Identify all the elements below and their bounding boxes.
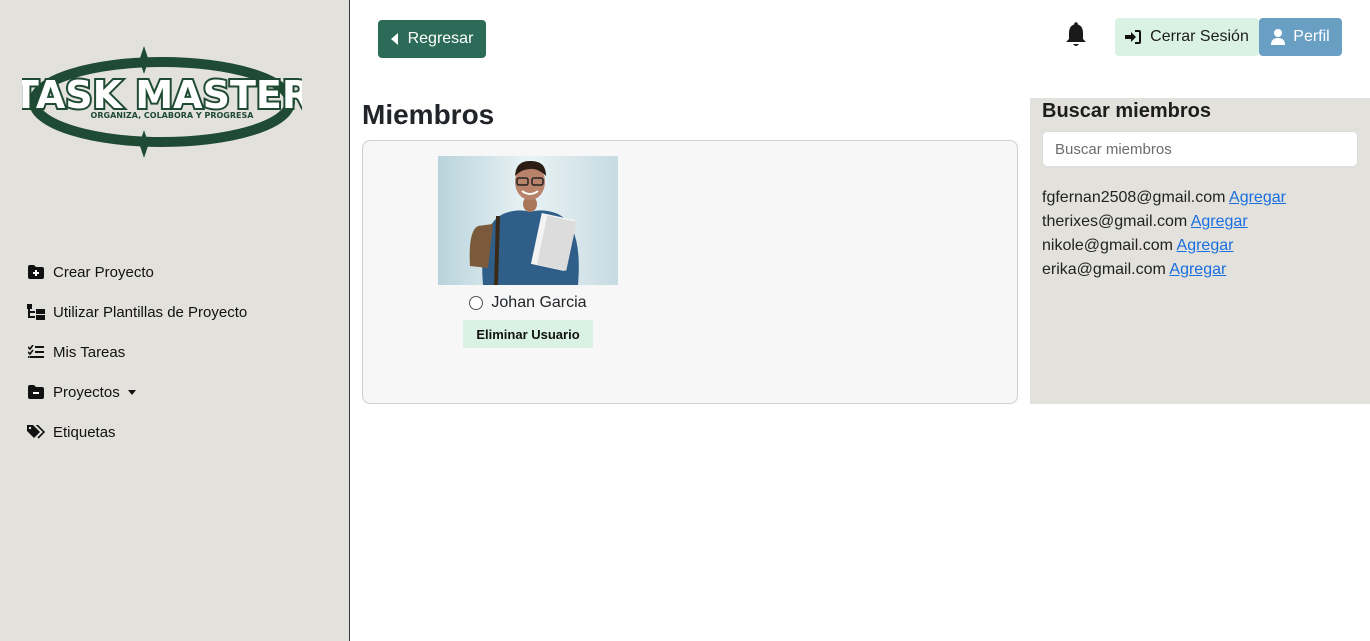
member-card: Johan Garcia Eliminar Usuario — [438, 156, 618, 348]
add-member-link[interactable]: Agregar — [1169, 261, 1226, 278]
list-item: erika@gmail.com Agregar — [1042, 258, 1286, 282]
task-master-logo: TASK MASTER ORGANIZA, COLABORA Y PROGRES… — [22, 46, 302, 158]
sidebar-item-mis-tareas[interactable]: Mis Tareas — [27, 332, 247, 372]
remove-user-button[interactable]: Eliminar Usuario — [463, 320, 593, 348]
page-title: Miembros — [362, 99, 495, 130]
search-results: fgfernan2508@gmail.com Agregar therixes@… — [1042, 186, 1286, 282]
folder-minus-icon — [27, 384, 45, 400]
sidebar-item-label: Etiquetas — [53, 423, 116, 441]
list-item: therixes@gmail.com Agregar — [1042, 210, 1286, 234]
caret-down-icon[interactable] — [127, 389, 136, 395]
sign-in-icon — [1125, 30, 1142, 44]
back-button[interactable]: Regresar — [378, 20, 486, 58]
add-member-link[interactable]: Agregar — [1191, 213, 1248, 230]
sidebar-item-plantillas[interactable]: Utilizar Plantillas de Proyecto — [27, 292, 247, 332]
folder-plus-icon — [27, 264, 45, 280]
search-title: Buscar miembros — [1042, 100, 1211, 122]
folder-tree-icon — [27, 304, 45, 320]
sidebar-item-proyectos[interactable]: Proyectos — [27, 372, 247, 412]
list-item: nikole@gmail.com Agregar — [1042, 234, 1286, 258]
sidebar-item-label: Mis Tareas — [53, 343, 126, 361]
member-radio[interactable] — [469, 296, 484, 310]
user-icon — [1271, 29, 1286, 45]
result-email: nikole@gmail.com — [1042, 237, 1177, 254]
result-email: fgfernan2508@gmail.com — [1042, 189, 1230, 206]
members-card: Johan Garcia Eliminar Usuario — [362, 140, 1018, 404]
caret-left-icon — [390, 33, 398, 45]
add-member-link[interactable]: Agregar — [1177, 237, 1234, 254]
sidebar-item-etiquetas[interactable]: Etiquetas — [27, 412, 247, 452]
member-photo — [438, 156, 618, 285]
svg-text:ORGANIZA, COLABORA Y PROGRESA: ORGANIZA, COLABORA Y PROGRESA — [91, 111, 255, 120]
bell-icon[interactable] — [1064, 22, 1088, 48]
profile-button[interactable]: Perfil — [1259, 18, 1342, 56]
sidebar-item-label: Proyectos — [53, 383, 120, 401]
profile-label: Perfil — [1293, 28, 1330, 45]
member-name: Johan Garcia — [491, 294, 587, 311]
add-member-link[interactable]: Agregar — [1229, 189, 1286, 206]
result-email: erika@gmail.com — [1042, 261, 1170, 278]
list-item: fgfernan2508@gmail.com Agregar — [1042, 186, 1286, 210]
sidebar-item-label: Utilizar Plantillas de Proyecto — [53, 303, 248, 321]
tags-icon — [27, 424, 45, 440]
sidebar-nav: Crear Proyecto Utilizar Plantillas de Pr… — [27, 252, 247, 452]
logout-label: Cerrar Sesión — [1150, 28, 1249, 45]
list-check-icon — [27, 344, 45, 360]
sidebar-item-label: Crear Proyecto — [53, 263, 154, 281]
search-panel: Buscar miembros fgfernan2508@gmail.com A… — [1030, 98, 1370, 404]
logout-button[interactable]: Cerrar Sesión — [1115, 18, 1259, 56]
member-row: Johan Garcia — [438, 294, 618, 312]
search-input[interactable] — [1042, 131, 1358, 167]
result-email: therixes@gmail.com — [1042, 213, 1191, 230]
back-label: Regresar — [407, 30, 474, 47]
sidebar-item-crear-proyecto[interactable]: Crear Proyecto — [27, 252, 247, 292]
sidebar: TASK MASTER ORGANIZA, COLABORA Y PROGRES… — [0, 0, 350, 641]
